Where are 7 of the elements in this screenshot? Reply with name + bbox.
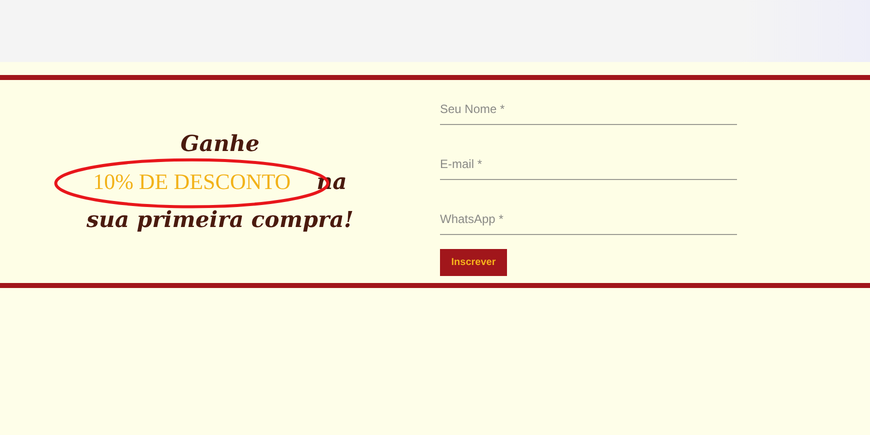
discount-text: 10% DE DESCONTO xyxy=(93,170,291,194)
promo-text: sua primeira compra! xyxy=(86,206,354,232)
input-field[interactable]: Seu Nome * xyxy=(440,94,737,125)
input-field[interactable]: E-mail * xyxy=(440,149,737,180)
subscribe-button[interactable]: Inscrever xyxy=(440,249,507,276)
promo-text: Ganhe xyxy=(180,130,260,156)
input-field[interactable]: WhatsApp * xyxy=(440,204,737,235)
